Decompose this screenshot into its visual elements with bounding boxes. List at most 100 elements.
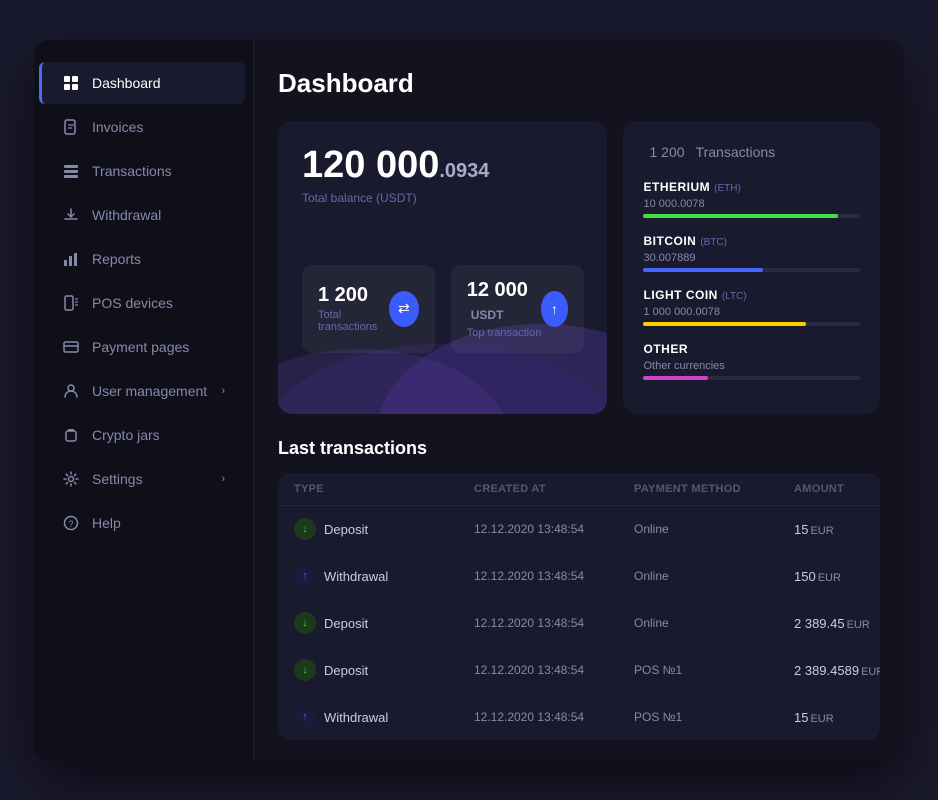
coin-name-text-3: OTHER <box>643 342 688 356</box>
sidebar-item-invoices[interactable]: Invoices <box>42 106 245 148</box>
tx-subtitle: Transactions <box>696 144 776 160</box>
stat-top-icon-btn[interactable]: ↑ <box>541 291 567 327</box>
coin-name-text-2: LIGHT COIN <box>643 288 717 302</box>
tx-type-label-0: Deposit <box>324 522 368 537</box>
tx-amount-4: 15EUR <box>794 710 880 725</box>
balance-decimal: .0934 <box>439 160 489 182</box>
table-row: ↓ Deposit 12.12.2020 13:48:54POS №12 389.4… <box>278 647 880 694</box>
coin-amount-3: Other currencies <box>643 360 860 372</box>
sidebar-label-user-management: User management <box>92 383 207 399</box>
sidebar-label-invoices: Invoices <box>92 119 143 135</box>
tx-method-1: Online <box>634 569 794 583</box>
coin-amount-2: 1 000 000.0078 <box>643 306 860 318</box>
sidebar-label-help: Help <box>92 515 121 531</box>
coin-item-2: LIGHT COIN (LTC) 1 000 000.0078 <box>643 286 860 326</box>
tx-type-4: ↑ Withdrawal <box>294 706 474 728</box>
tx-type-label-4: Withdrawal <box>324 710 388 725</box>
tx-method-2: Online <box>634 616 794 630</box>
table-row: ↓Deposit12.12.2020 13:48:54Online15EURCo… <box>278 506 880 553</box>
stat-top-tx-number: 12 000 <box>467 279 528 301</box>
coin-name-3: OTHER <box>643 340 860 358</box>
coin-ticker-1: (BTC) <box>700 237 727 248</box>
coin-bar-0 <box>643 214 838 218</box>
sidebar: Dashboard Invoices Transactions WithdrawalR… <box>34 40 254 760</box>
tx-header-created-at: Created at <box>474 483 634 495</box>
sidebar-item-dashboard[interactable]: Dashboard <box>39 62 245 104</box>
deposit-icon: ↓ <box>294 659 316 681</box>
coin-bar-bg-1 <box>643 268 860 272</box>
file-icon <box>62 118 80 136</box>
tx-date-0: 12.12.2020 13:48:54 <box>474 522 634 536</box>
credit-card-icon <box>62 338 80 356</box>
user-icon <box>62 382 80 400</box>
tx-table: TypeCreated atPayment methodAmountStatus… <box>278 473 880 740</box>
coin-bar-bg-0 <box>643 214 860 218</box>
coin-item-3: OTHER Other currencies <box>643 340 860 380</box>
stat-top-tx: 12 000 USDT Top transaction ↑ <box>451 265 584 353</box>
download-icon <box>62 206 80 224</box>
coin-name-text-0: ETHERIUM <box>643 180 710 194</box>
stat-top-tx-label: Top transaction <box>467 327 542 339</box>
balance-amount: 120 000.0934 <box>302 145 583 187</box>
tx-card-title: 1 200 Transactions <box>643 141 860 162</box>
tx-date-2: 12.12.2020 13:48:54 <box>474 616 634 630</box>
balance-main: 120 000 <box>302 144 439 186</box>
stat-tx-icon-btn[interactable]: ⇄ <box>389 291 419 327</box>
tx-type-1: ↑ Withdrawal <box>294 565 474 587</box>
coin-bar-bg-2 <box>643 322 860 326</box>
top-row: 120 000.0934 Total balance (USDT) 1 200 <box>278 121 880 414</box>
sidebar-item-pos-devices[interactable]: POS devices <box>42 282 245 324</box>
tx-type-label-3: Deposit <box>324 663 368 678</box>
sidebar-item-reports[interactable]: Reports <box>42 238 245 280</box>
tx-date-1: 12.12.2020 13:48:54 <box>474 569 634 583</box>
sidebar-item-withdrawal[interactable]: Withdrawal <box>42 194 245 236</box>
chevron-down-icon: › <box>221 385 225 397</box>
tx-count: 1 200 <box>649 144 684 160</box>
sidebar-item-transactions[interactable]: Transactions <box>42 150 245 192</box>
table-row: ↑Withdrawal12.12.2020 13:48:54POS №115EU… <box>278 694 880 740</box>
jar-icon <box>62 426 80 444</box>
tx-method-3: POS №1 <box>634 663 794 677</box>
sidebar-label-pos-devices: POS devices <box>92 295 173 311</box>
tx-type-3: ↓ Deposit <box>294 659 474 681</box>
coin-item-1: BITCOIN(BTC) 30.007889 <box>643 232 860 272</box>
withdrawal-icon: ↑ <box>294 706 316 728</box>
sidebar-item-crypto-jars[interactable]: Crypto jars <box>42 414 245 456</box>
tx-header-type: Type <box>294 483 474 495</box>
tx-amount-2: 2 389.45EUR <box>794 616 880 631</box>
list-icon <box>62 162 80 180</box>
stat-total-tx-label: Total transactions <box>318 309 389 333</box>
stat-total-tx: 1 200 Total transactions ⇄ <box>302 265 435 353</box>
sidebar-item-user-management[interactable]: User management › <box>42 370 245 412</box>
coin-bar-2 <box>643 322 805 326</box>
deposit-icon: ↓ <box>294 612 316 634</box>
sidebar-label-crypto-jars: Crypto jars <box>92 427 160 443</box>
coin-name-1: BITCOIN(BTC) <box>643 232 860 250</box>
coin-amount-0: 10 000.0078 <box>643 198 860 210</box>
tx-method-4: POS №1 <box>634 710 794 724</box>
chevron-down-icon: › <box>221 473 225 485</box>
sidebar-label-settings: Settings <box>92 471 143 487</box>
tx-table-header: TypeCreated atPayment methodAmountStatus <box>278 473 880 506</box>
grid-icon <box>62 74 80 92</box>
sidebar-item-help[interactable]: ? Help <box>42 502 245 544</box>
tx-rows: ↓Deposit12.12.2020 13:48:54Online15EURCo… <box>278 506 880 740</box>
coin-ticker-2: (LTC) <box>722 291 747 302</box>
tx-type-label-1: Withdrawal <box>324 569 388 584</box>
coin-amount-1: 30.007889 <box>643 252 860 264</box>
tx-header-amount: Amount <box>794 483 880 495</box>
sidebar-item-settings[interactable]: Settings › <box>42 458 245 500</box>
tx-type-0: ↓Deposit <box>294 518 474 540</box>
tx-amount-3: 2 389.4589EUR <box>794 663 880 678</box>
coin-bar-3 <box>643 376 708 380</box>
tx-type-2: ↓Deposit <box>294 612 474 634</box>
tx-date-3: 12.12.2020 13:48:54 <box>474 663 634 677</box>
gear-icon <box>62 470 80 488</box>
withdrawal-icon: ↑ <box>294 565 316 587</box>
question-icon: ? <box>62 514 80 532</box>
svg-text:?: ? <box>68 519 73 529</box>
table-row: ↓Deposit12.12.2020 13:48:54Online2 389.4… <box>278 600 880 647</box>
stat-total-tx-info: 1 200 Total transactions <box>318 284 389 333</box>
sidebar-label-transactions: Transactions <box>92 163 172 179</box>
sidebar-item-payment-pages[interactable]: Payment pages <box>42 326 245 368</box>
